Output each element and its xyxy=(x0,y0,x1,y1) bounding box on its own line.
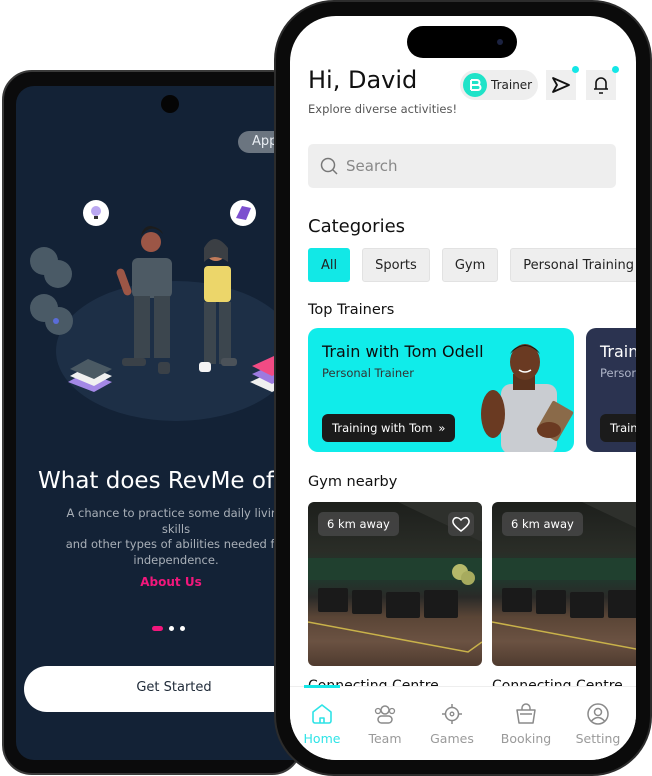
training-with-tom-button[interactable]: Training with Tom » xyxy=(322,414,456,442)
nav-setting[interactable]: Setting xyxy=(566,701,630,746)
category-chip-sports[interactable]: Sports xyxy=(362,248,430,282)
bell-icon xyxy=(594,77,608,94)
send-icon xyxy=(552,77,570,93)
trainer-card-title: Train with xyxy=(600,342,636,361)
category-chip-all[interactable]: All xyxy=(308,248,351,282)
trainer-logo-icon xyxy=(463,73,487,97)
android-device: App Tour xyxy=(2,70,316,775)
heart-icon xyxy=(452,516,470,532)
trainer-card-title: Train with Tom Odell xyxy=(322,342,484,361)
trainer-card-role: Personal Trainer xyxy=(322,366,414,380)
double-chevron-right-icon: » xyxy=(438,421,446,435)
get-started-button[interactable]: Get Started xyxy=(24,666,316,712)
home-screen: Hi, David Explore diverse activities! Tr… xyxy=(290,16,636,760)
training-cta-button[interactable]: Training with xyxy=(600,414,636,442)
onboarding-title: What does RevMe offer? xyxy=(38,468,316,494)
page-indicator xyxy=(152,626,185,631)
distance-badge: 6 km away xyxy=(318,512,399,536)
nav-team[interactable]: Team xyxy=(353,701,417,746)
trainer-card[interactable]: Train with Tom Odell Personal Trainer Tr… xyxy=(308,328,574,452)
dynamic-island xyxy=(407,26,517,58)
search-input[interactable]: Search xyxy=(308,144,616,188)
onboarding-description: A chance to practice some daily living s… xyxy=(65,506,287,567)
home-icon xyxy=(312,704,332,724)
favorite-button[interactable] xyxy=(448,512,474,536)
category-chip-gym[interactable]: Gym xyxy=(441,248,499,282)
trainer-card[interactable]: Train with Personal Trainer Training wit… xyxy=(586,328,636,452)
category-chips: All Sports Gym Personal Training xyxy=(308,248,636,282)
greeting-title: Hi, David xyxy=(308,66,418,94)
gym-card[interactable]: 6 km away xyxy=(308,502,482,666)
onboarding-illustration xyxy=(30,200,303,421)
nav-label: Setting xyxy=(575,731,621,746)
gym-nearby-heading: Gym nearby xyxy=(308,474,398,490)
notification-dot xyxy=(572,66,579,73)
person-man-head xyxy=(141,232,161,252)
iphone-device: Hi, David Explore diverse activities! Tr… xyxy=(276,2,650,774)
person-woman-top xyxy=(204,266,231,302)
search-icon xyxy=(320,157,338,175)
page-dot[interactable] xyxy=(180,626,185,631)
nav-home[interactable]: Home xyxy=(290,701,354,746)
page-dot[interactable] xyxy=(169,626,174,631)
notifications-button[interactable] xyxy=(586,66,619,100)
bubble xyxy=(44,260,72,288)
nav-label: Booking xyxy=(500,731,552,746)
nav-active-indicator xyxy=(304,685,340,688)
top-trainers-heading: Top Trainers xyxy=(308,302,395,318)
about-us-link[interactable]: About Us xyxy=(16,575,316,589)
bubble-dot xyxy=(53,318,59,324)
nav-label: Team xyxy=(368,731,402,746)
greeting-subtitle: Explore diverse activities! xyxy=(308,102,458,116)
page-dot-active[interactable] xyxy=(152,626,163,631)
front-camera xyxy=(161,95,179,113)
trainer-role-badge[interactable]: Trainer xyxy=(460,70,538,100)
onboarding-screen: App Tour xyxy=(16,86,316,760)
trainer-badge-label: Trainer xyxy=(491,78,533,92)
search-placeholder: Search xyxy=(346,157,398,175)
cta-label: Training with Tom xyxy=(332,421,433,435)
categories-heading: Categories xyxy=(308,216,406,237)
nav-label: Games xyxy=(430,731,474,746)
trainer-card-role: Personal Trainer xyxy=(600,366,636,380)
gym-card[interactable]: 6 km away xyxy=(492,502,636,666)
trainer-photo xyxy=(481,344,574,452)
notification-dot xyxy=(612,66,619,73)
nav-games[interactable]: Games xyxy=(420,701,484,746)
category-chip-personal-training[interactable]: Personal Training xyxy=(510,248,636,282)
bag-icon xyxy=(516,703,536,724)
distance-badge: 6 km away xyxy=(502,512,583,536)
profile-icon xyxy=(587,703,609,725)
cta-label: Training with xyxy=(610,421,636,435)
nav-booking[interactable]: Booking xyxy=(494,701,558,746)
team-icon xyxy=(374,705,396,724)
target-icon xyxy=(442,704,462,724)
nav-label: Home xyxy=(303,731,341,746)
send-button[interactable] xyxy=(546,66,579,100)
person-man-shirt xyxy=(132,258,172,298)
bottom-navigation: Home Team Games Booking Setting xyxy=(290,685,636,760)
floor-ellipse xyxy=(56,281,296,421)
